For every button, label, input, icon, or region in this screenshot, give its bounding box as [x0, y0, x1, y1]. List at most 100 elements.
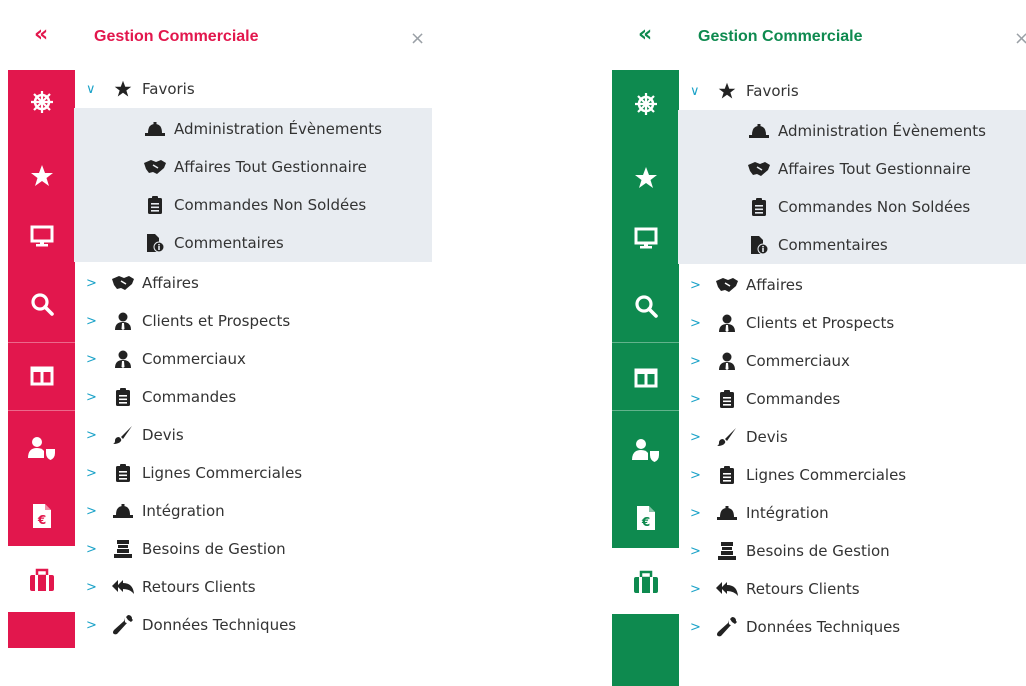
- chevron-right-icon[interactable]: >: [86, 466, 112, 481]
- tree-node-label: Devis: [746, 428, 788, 446]
- columns-icon[interactable]: [612, 358, 679, 398]
- chevron-right-icon[interactable]: >: [86, 390, 112, 405]
- tree-node[interactable]: > Affaires: [86, 264, 199, 302]
- tree-node-label: Clients et Prospects: [142, 312, 291, 330]
- favorite-item-label: Commentaires: [778, 236, 888, 254]
- favorite-item[interactable]: Administration Évènements: [748, 112, 986, 150]
- tree-node[interactable]: > Lignes Commerciales: [690, 456, 906, 494]
- chevron-right-icon[interactable]: >: [690, 506, 716, 521]
- tree-node[interactable]: > Retours Clients: [690, 570, 860, 608]
- right-panel: « Gestion Commerciale × € ∨ Favoris Admi…: [604, 0, 1026, 686]
- panel-header: « Gestion Commerciale ×: [604, 0, 1026, 70]
- favorite-item[interactable]: Affaires Tout Gestionnaire: [144, 148, 367, 186]
- tree-node[interactable]: > Clients et Prospects: [86, 302, 290, 340]
- chevron-right-icon[interactable]: >: [690, 620, 716, 635]
- chevron-right-icon[interactable]: >: [86, 276, 112, 291]
- tree-node-label: Retours Clients: [746, 580, 860, 598]
- wrench-icon: [716, 617, 738, 637]
- tree-node-label: Retours Clients: [142, 578, 256, 596]
- chevron-right-icon[interactable]: >: [690, 468, 716, 483]
- search-icon[interactable]: [8, 284, 75, 324]
- chevron-down-icon[interactable]: ∨: [690, 84, 716, 99]
- close-icon[interactable]: ×: [410, 28, 425, 49]
- chevron-right-icon[interactable]: >: [690, 430, 716, 445]
- tree-node[interactable]: > Commandes: [86, 378, 236, 416]
- columns-icon[interactable]: [8, 356, 75, 396]
- monitor-icon[interactable]: [8, 216, 75, 256]
- left-panel: « Gestion Commerciale × € ∨ Favoris Admi…: [0, 0, 440, 686]
- chevron-right-icon[interactable]: >: [86, 618, 112, 633]
- tree-node-label: Commerciaux: [746, 352, 850, 370]
- favorite-item[interactable]: Commentaires: [748, 226, 888, 264]
- star-icon[interactable]: [612, 158, 679, 198]
- handshake-icon: [112, 275, 134, 291]
- tree-node[interactable]: > Données Techniques: [690, 608, 900, 646]
- briefcase-icon[interactable]: [612, 562, 679, 602]
- collapse-icon[interactable]: «: [638, 22, 652, 47]
- chevron-right-icon[interactable]: >: [86, 314, 112, 329]
- favorite-item-label: Administration Évènements: [174, 120, 382, 138]
- brush-icon: [112, 426, 134, 444]
- favorite-item[interactable]: Administration Évènements: [144, 110, 382, 148]
- chevron-right-icon[interactable]: >: [690, 316, 716, 331]
- favorite-item-label: Affaires Tout Gestionnaire: [174, 158, 367, 176]
- close-icon[interactable]: ×: [1014, 28, 1026, 49]
- chevron-right-icon[interactable]: >: [690, 354, 716, 369]
- favorite-item[interactable]: Affaires Tout Gestionnaire: [748, 150, 971, 188]
- tree-node-label: Lignes Commerciales: [142, 464, 303, 482]
- tree-node-favoris[interactable]: ∨ Favoris: [690, 72, 799, 110]
- monitor-icon[interactable]: [612, 218, 679, 258]
- favorite-item[interactable]: Commandes Non Soldées: [748, 188, 970, 226]
- tree-node[interactable]: > Devis: [690, 418, 788, 456]
- chevron-right-icon[interactable]: >: [690, 392, 716, 407]
- tree-node[interactable]: > Lignes Commerciales: [86, 454, 302, 492]
- chevron-right-icon[interactable]: >: [690, 582, 716, 597]
- favorite-item-label: Commentaires: [174, 234, 284, 252]
- tree-node[interactable]: > Retours Clients: [86, 568, 256, 606]
- chevron-right-icon[interactable]: >: [86, 542, 112, 557]
- user-shield-icon[interactable]: [612, 430, 679, 470]
- file-info-icon: [144, 234, 166, 252]
- helm-icon[interactable]: [8, 82, 75, 122]
- panel-header: « Gestion Commerciale ×: [0, 0, 440, 70]
- tree-node[interactable]: > Commerciaux: [690, 342, 850, 380]
- star-icon[interactable]: [8, 156, 75, 196]
- favorite-item[interactable]: Commentaires: [144, 224, 284, 262]
- tree-node[interactable]: > Intégration: [690, 494, 829, 532]
- tree-node-label: Données Techniques: [142, 616, 297, 634]
- chevron-right-icon[interactable]: >: [86, 580, 112, 595]
- tree-node-favoris[interactable]: ∨ Favoris: [86, 70, 195, 108]
- tree-node-label: Données Techniques: [746, 618, 901, 636]
- icon-rail: €: [612, 70, 679, 686]
- tree-node[interactable]: > Affaires: [690, 266, 803, 304]
- favorite-item[interactable]: Commandes Non Soldées: [144, 186, 366, 224]
- euro-document-icon[interactable]: €: [612, 498, 679, 538]
- briefcase-icon[interactable]: [8, 560, 75, 600]
- favorite-item-label: Commandes Non Soldées: [778, 198, 971, 216]
- chevron-right-icon[interactable]: >: [86, 504, 112, 519]
- star-icon: [112, 80, 134, 98]
- wrench-icon: [112, 615, 134, 635]
- chevron-right-icon[interactable]: >: [86, 428, 112, 443]
- handshake-icon: [716, 277, 738, 293]
- collapse-icon[interactable]: «: [34, 22, 48, 47]
- chevron-down-icon[interactable]: ∨: [86, 82, 112, 97]
- chevron-right-icon[interactable]: >: [690, 278, 716, 293]
- user-shield-icon[interactable]: [8, 428, 75, 468]
- tree-node[interactable]: > Commerciaux: [86, 340, 246, 378]
- tree-node[interactable]: > Clients et Prospects: [690, 304, 894, 342]
- handshake-icon: [144, 159, 166, 175]
- tree-node[interactable]: > Intégration: [86, 492, 225, 530]
- search-icon[interactable]: [612, 286, 679, 326]
- tree-node[interactable]: > Devis: [86, 416, 184, 454]
- chevron-right-icon[interactable]: >: [86, 352, 112, 367]
- euro-document-icon[interactable]: €: [8, 496, 75, 536]
- tree-node[interactable]: > Besoins de Gestion: [86, 530, 286, 568]
- chevron-right-icon[interactable]: >: [690, 544, 716, 559]
- tree-node-label: Intégration: [746, 504, 829, 522]
- tree-node[interactable]: > Besoins de Gestion: [690, 532, 890, 570]
- helm-icon[interactable]: [612, 84, 679, 124]
- tree-node[interactable]: > Données Techniques: [86, 606, 296, 644]
- tree-node[interactable]: > Commandes: [690, 380, 840, 418]
- archive-icon: [716, 542, 738, 560]
